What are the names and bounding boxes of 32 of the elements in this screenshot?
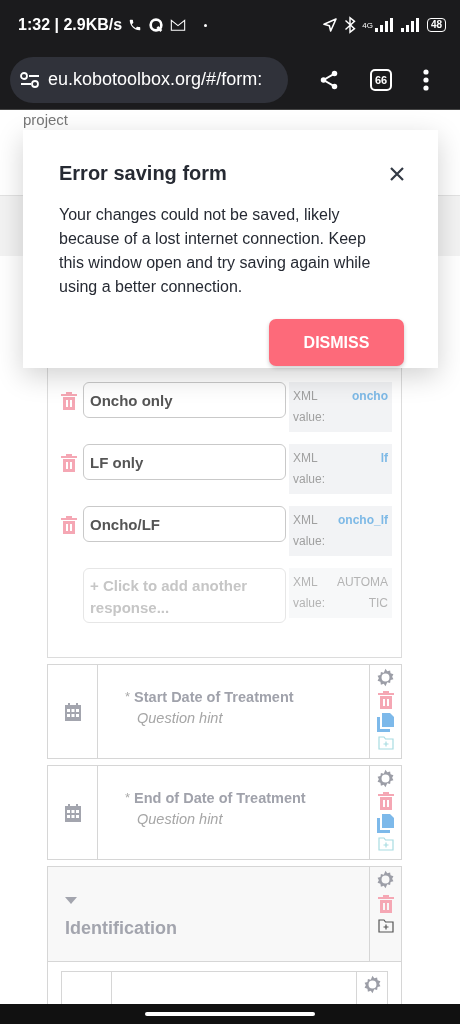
- xml-value: AUTOMATIC: [335, 574, 388, 612]
- tab-count-button[interactable]: 66: [370, 68, 392, 91]
- xml-value-box[interactable]: XML value: lf: [289, 444, 392, 494]
- battery-level: 48: [426, 18, 446, 32]
- xml-value: oncho_lf: [338, 512, 388, 529]
- url-text: eu.kobotoolbox.org/#/form:: [48, 69, 263, 90]
- xml-value-box[interactable]: XML value: oncho: [289, 382, 392, 432]
- xml-value-label: XML value:: [293, 388, 325, 426]
- choice-input[interactable]: Oncho only: [83, 382, 286, 418]
- address-bar[interactable]: eu.kobotoolbox.org/#/form:: [10, 56, 288, 103]
- required-mark: *: [125, 790, 131, 806]
- question-label[interactable]: Start Date of Treatment: [134, 689, 294, 705]
- dialog-message: Your changes could not be saved, likely because of a lost internet connection. Keep this window open and try saving again while using a better connection.: [59, 205, 372, 297]
- xml-value-label: XML value:: [293, 574, 325, 612]
- choice-input[interactable]: LF only: [83, 444, 286, 480]
- xml-value-label: XML value:: [293, 450, 325, 488]
- xml-value: lf: [380, 450, 388, 467]
- xml-value-box[interactable]: XML value: oncho_lf: [289, 506, 392, 556]
- add-response-field[interactable]: + Click to add another response...: [83, 568, 286, 623]
- required-mark: *: [125, 689, 131, 705]
- choice-input[interactable]: Oncho/LF: [83, 506, 286, 542]
- xml-value-label: XML value:: [293, 512, 325, 550]
- question-hint[interactable]: Question hint: [137, 811, 369, 827]
- question-label[interactable]: End of Date of Treatment: [134, 790, 306, 806]
- dismiss-button[interactable]: DISMISS: [269, 319, 404, 366]
- status-time: 1:32 | 2.9KB/s: [18, 16, 123, 34]
- network-type-label: 4G: [362, 20, 373, 30]
- project-label: project: [23, 111, 69, 128]
- question-hint[interactable]: Question hint: [137, 710, 369, 726]
- dialog-title: Error saving form: [59, 162, 227, 185]
- xml-value: oncho: [352, 388, 388, 405]
- group-title[interactable]: Identification: [65, 918, 369, 939]
